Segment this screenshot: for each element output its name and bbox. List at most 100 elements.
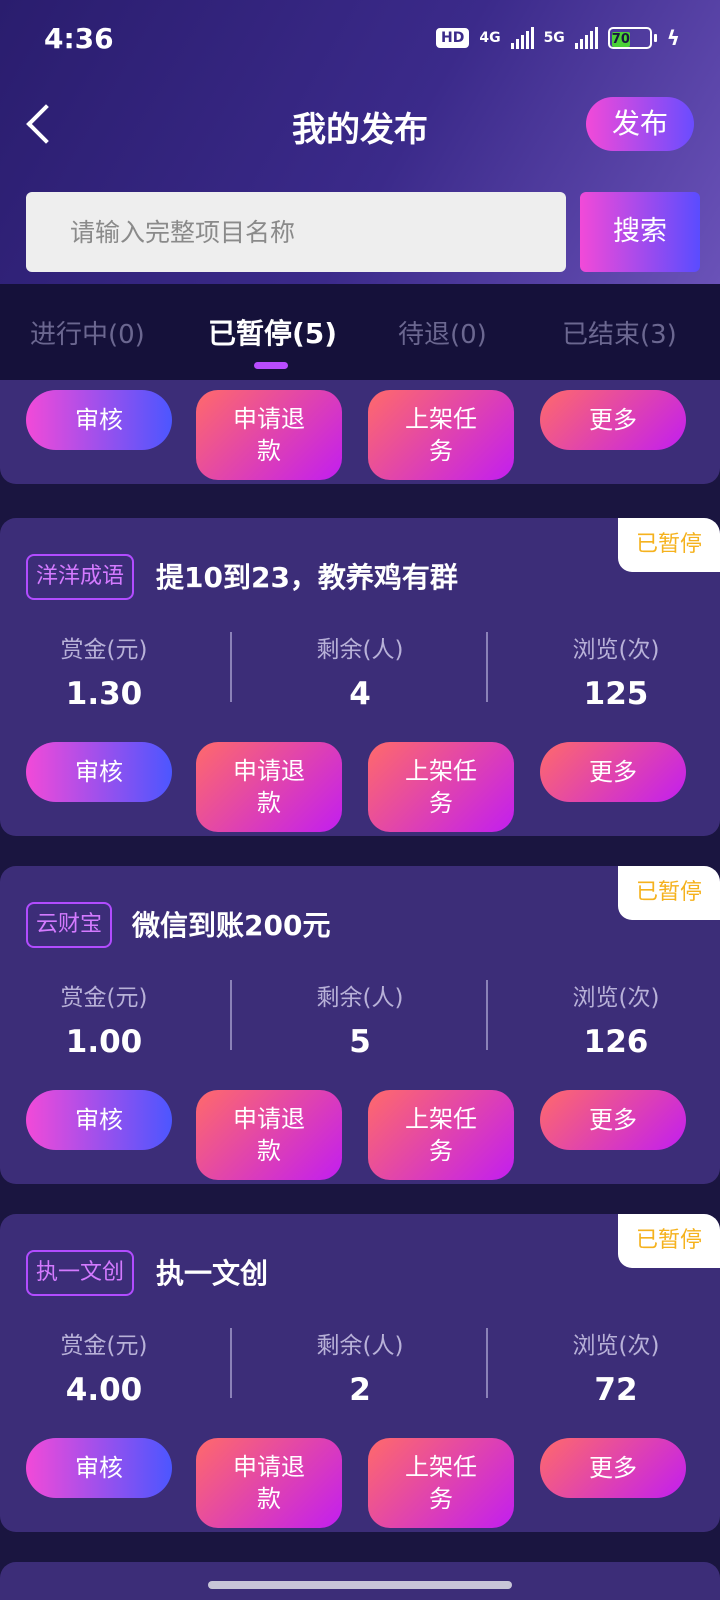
reward-stat: 赏金(元) 1.30	[4, 630, 204, 712]
refund-button[interactable]: 申请退 款	[196, 390, 342, 480]
more-button[interactable]: 更多	[540, 1438, 686, 1498]
home-indicator[interactable]	[208, 1581, 512, 1589]
views-label: 浏览(次)	[572, 637, 660, 663]
views-stat: 浏览(次) 72	[516, 1326, 716, 1408]
refund-button[interactable]: 申请退 款	[196, 1090, 342, 1180]
network-5g-label: 5G	[543, 30, 565, 46]
views-value: 126	[583, 1024, 649, 1060]
list-label-1: 上架任	[405, 757, 477, 785]
refund-label-2: 款	[257, 1137, 281, 1165]
status-badge: 已暂停	[618, 866, 720, 920]
views-value: 72	[594, 1372, 638, 1408]
remaining-label: 剩余(人)	[316, 637, 404, 663]
source-tag: 执一文创	[26, 1250, 135, 1296]
tab-pending-refund[interactable]: 待退(0)	[398, 314, 487, 351]
reward-value: 4.00	[65, 1372, 143, 1408]
tab-in-progress[interactable]: 进行中(0)	[30, 314, 145, 351]
remaining-label: 剩余(人)	[316, 1333, 404, 1359]
network-4g-label: 4G	[479, 30, 501, 46]
task-title: 微信到账200元	[132, 909, 331, 942]
reward-label: 赏金(元)	[60, 1333, 148, 1359]
refund-label-1: 申请退	[233, 1105, 305, 1133]
hd-icon: HD	[435, 28, 470, 48]
views-stat: 浏览(次) 126	[516, 978, 716, 1060]
list-task-button[interactable]: 上架任 务	[368, 1090, 514, 1180]
battery-icon: 70	[607, 27, 657, 49]
list-label-2: 务	[429, 789, 453, 817]
more-button[interactable]: 更多	[540, 390, 686, 450]
signal-icon	[510, 27, 534, 49]
list-task-button[interactable]: 上架任 务	[368, 742, 514, 832]
views-stat: 浏览(次) 125	[516, 630, 716, 712]
refund-label-1: 申请退	[233, 405, 305, 433]
divider	[486, 1328, 488, 1398]
divider	[230, 1328, 232, 1398]
reward-label: 赏金(元)	[60, 985, 148, 1011]
task-title: 执一文创	[156, 1257, 269, 1290]
remaining-stat: 剩余(人) 4	[260, 630, 460, 712]
divider	[486, 632, 488, 702]
task-card[interactable]: 已暂停 云财宝 微信到账200元 赏金(元) 1.00 剩余(人) 5 浏览(次…	[0, 866, 720, 1184]
task-title: 提10到23，教养鸡有群	[156, 561, 458, 594]
tab-paused[interactable]: 已暂停(5)	[208, 312, 337, 352]
source-tag: 洋洋成语	[26, 554, 135, 600]
list-label-1: 上架任	[405, 405, 477, 433]
list-label-2: 务	[429, 437, 453, 465]
more-button[interactable]: 更多	[540, 742, 686, 802]
divider	[230, 980, 232, 1050]
refund-label-2: 款	[257, 789, 281, 817]
status-badge: 已暂停	[618, 518, 720, 572]
search-input[interactable]	[26, 192, 566, 272]
remaining-value: 2	[349, 1372, 371, 1408]
views-value: 125	[583, 676, 649, 712]
task-card-partial: 审核 申请退 款 上架任 务 更多	[0, 380, 720, 484]
refund-label-1: 申请退	[233, 1453, 305, 1481]
more-button[interactable]: 更多	[540, 1090, 686, 1150]
search-button[interactable]: 搜索	[580, 192, 700, 272]
refund-label-2: 款	[257, 437, 281, 465]
task-card[interactable]: 已暂停 洋洋成语 提10到23，教养鸡有群 赏金(元) 1.30 剩余(人) 4…	[0, 518, 720, 836]
status-badge: 已暂停	[618, 1214, 720, 1268]
divider	[486, 980, 488, 1050]
refund-button[interactable]: 申请退 款	[196, 742, 342, 832]
remaining-stat: 剩余(人) 2	[260, 1326, 460, 1408]
refund-button[interactable]: 申请退 款	[196, 1438, 342, 1528]
list-label-2: 务	[429, 1137, 453, 1165]
source-tag: 云财宝	[26, 902, 113, 948]
refund-label-1: 申请退	[233, 757, 305, 785]
reward-value: 1.00	[65, 1024, 143, 1060]
list-label-2: 务	[429, 1485, 453, 1513]
active-tab-indicator	[254, 362, 288, 369]
tab-ended[interactable]: 已结束(3)	[562, 314, 677, 351]
charging-icon: ϟ	[666, 26, 680, 50]
task-list[interactable]: 审核 申请退 款 上架任 务 更多 已暂停 洋洋成语 提10到23，教养鸡有群 …	[0, 380, 720, 1600]
battery-level: 70	[611, 32, 630, 47]
list-task-button[interactable]: 上架任 务	[368, 1438, 514, 1528]
publish-button[interactable]: 发布	[586, 97, 694, 151]
review-button[interactable]: 审核	[26, 742, 172, 802]
remaining-value: 4	[349, 676, 371, 712]
reward-label: 赏金(元)	[60, 637, 148, 663]
list-label-1: 上架任	[405, 1105, 477, 1133]
review-button[interactable]: 审核	[26, 1090, 172, 1150]
views-label: 浏览(次)	[572, 1333, 660, 1359]
reward-stat: 赏金(元) 4.00	[4, 1326, 204, 1408]
divider	[230, 632, 232, 702]
list-label-1: 上架任	[405, 1453, 477, 1481]
views-label: 浏览(次)	[572, 985, 660, 1011]
reward-value: 1.30	[65, 676, 143, 712]
status-icons: HD 4G 5G 70 ϟ	[435, 26, 680, 50]
remaining-label: 剩余(人)	[316, 985, 404, 1011]
tab-bar: 进行中(0) 已暂停(5) 待退(0) 已结束(3)	[0, 284, 720, 380]
signal-icon-2	[574, 27, 598, 49]
remaining-value: 5	[349, 1024, 371, 1060]
review-button[interactable]: 审核	[26, 1438, 172, 1498]
refund-label-2: 款	[257, 1485, 281, 1513]
clock: 4:36	[44, 22, 114, 55]
list-task-button[interactable]: 上架任 务	[368, 390, 514, 480]
reward-stat: 赏金(元) 1.00	[4, 978, 204, 1060]
remaining-stat: 剩余(人) 5	[260, 978, 460, 1060]
status-bar: 4:36 HD 4G 5G 70 ϟ	[0, 0, 720, 80]
review-button[interactable]: 审核	[26, 390, 172, 450]
task-card[interactable]: 已暂停 执一文创 执一文创 赏金(元) 4.00 剩余(人) 2 浏览(次) 7…	[0, 1214, 720, 1532]
